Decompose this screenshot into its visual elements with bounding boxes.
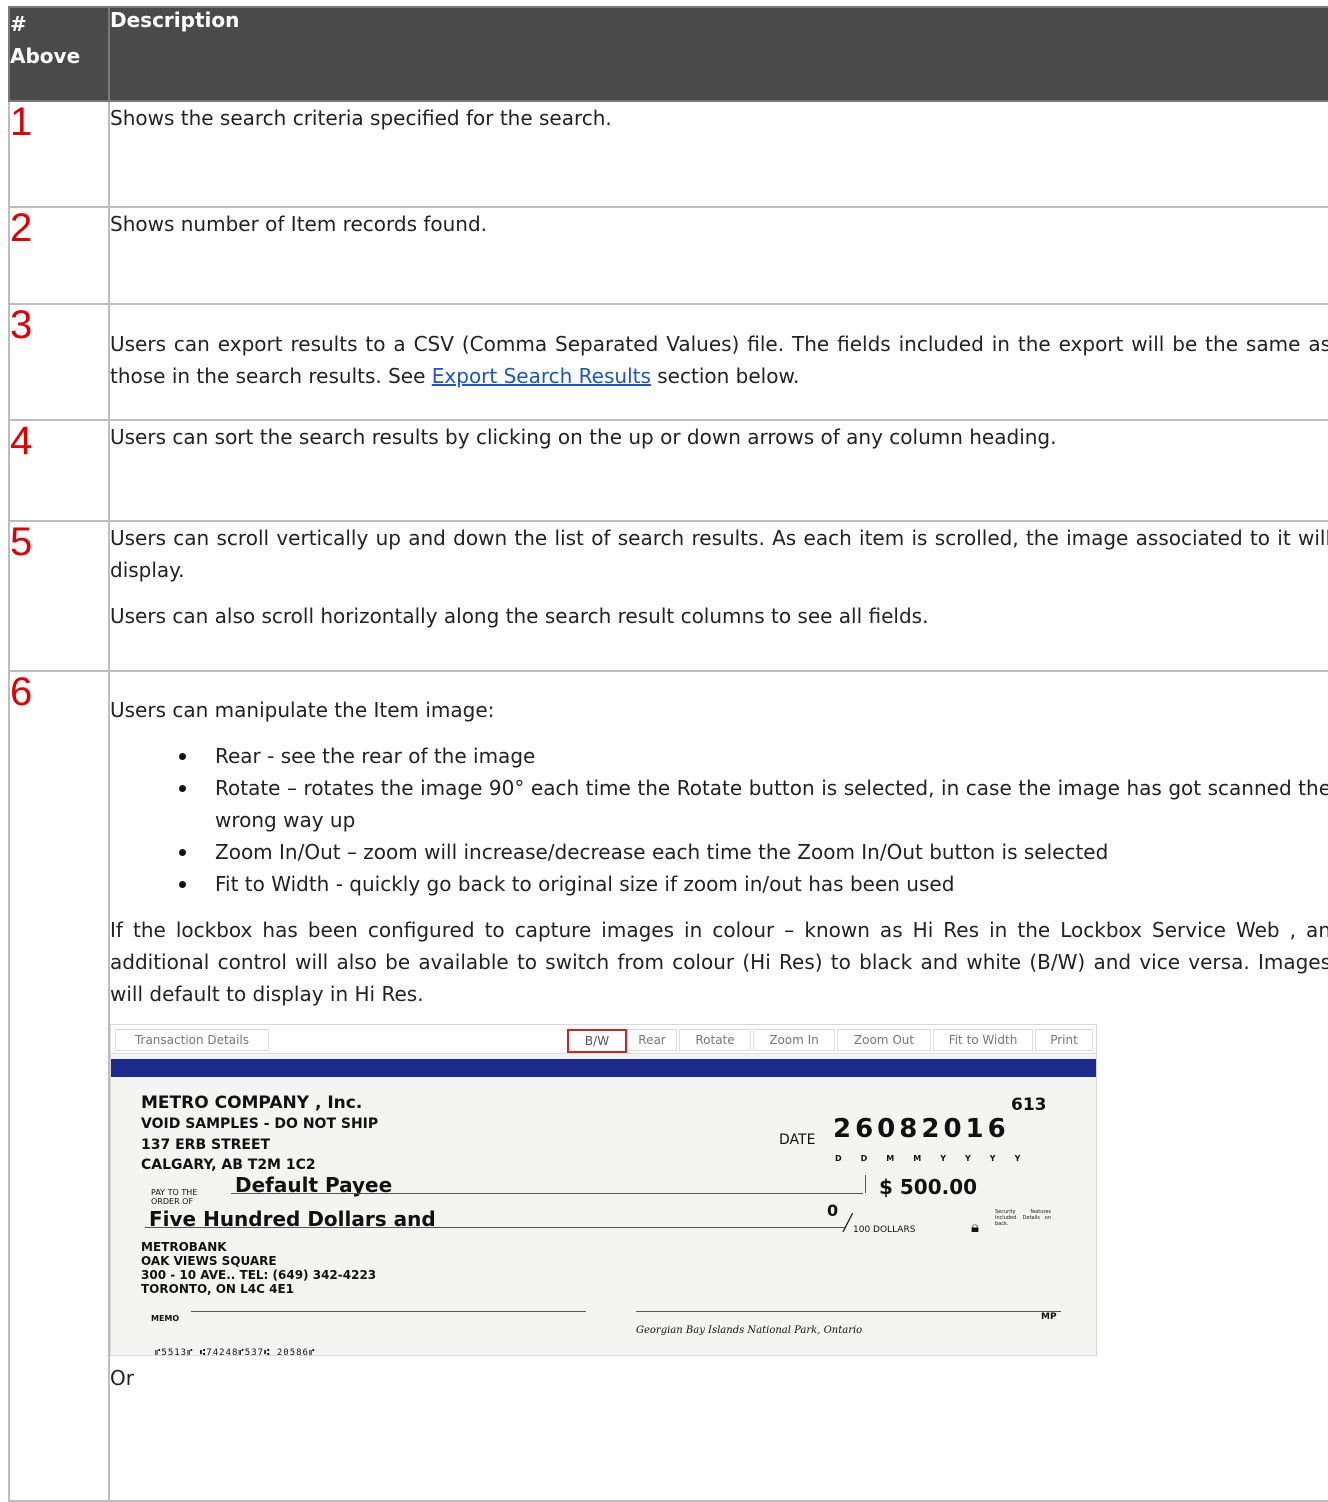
table-row: 5 Users can scroll vertically up and dow…: [8, 520, 1328, 672]
row-outro: Or: [110, 1366, 134, 1390]
table-row: 1 Shows the search criteria specified fo…: [8, 100, 1328, 208]
row-description: Shows number of Item records found.: [108, 206, 1328, 305]
row-number: 5: [8, 520, 110, 672]
cheque-date-label: DATE: [779, 1132, 816, 1148]
table-row: 2 Shows number of Item records found.: [8, 206, 1328, 305]
list-item: Rear - see the rear of the image: [179, 740, 1328, 772]
row-text-after: section below.: [650, 364, 800, 388]
cheque-top-band: [111, 1059, 1096, 1077]
header-description: Description: [108, 6, 1328, 102]
micr-line: ⑈5513⑈ ⑆74248⑈537⑆ 20586⑈: [155, 1348, 316, 1356]
memo-line: [191, 1311, 586, 1312]
header-number-above: Above: [10, 44, 81, 68]
list-item: Rotate – rotates the image 90° each time…: [179, 772, 1328, 836]
mp-mark: MP: [1041, 1312, 1057, 1322]
cheque-payee: Default Payee: [235, 1173, 393, 1197]
row-text: Shows number of Item records found.: [110, 212, 488, 236]
cheque-number: 613: [1011, 1095, 1047, 1115]
feature-list: Rear - see the rear of the image Rotate …: [110, 740, 1328, 900]
header-number: # Above: [8, 6, 110, 102]
row-number: 3: [8, 303, 110, 421]
fit-to-width-button[interactable]: Fit to Width: [933, 1029, 1033, 1051]
row-number: 2: [8, 206, 110, 305]
row-number: 1: [8, 100, 110, 208]
table-row: 4 Users can sort the search results by c…: [8, 419, 1328, 522]
row-text: Shows the search criteria specified for …: [110, 106, 612, 130]
cheque-dollars-label: 100 DOLLARS: [853, 1225, 916, 1235]
signature-text: Georgian Bay Islands National Park, Onta…: [636, 1325, 863, 1336]
row-text: Users can export results to a CSV (Comma…: [110, 328, 1328, 392]
export-search-results-link[interactable]: Export Search Results: [432, 364, 651, 388]
row-text: Users can sort the search results by cli…: [110, 425, 1057, 449]
bw-button[interactable]: B/W: [567, 1029, 627, 1053]
table-header-row: # Above Description: [8, 6, 1328, 102]
row-intro: Users can manipulate the Item image:: [110, 698, 495, 722]
list-item: Zoom In/Out – zoom will increase/decreas…: [179, 836, 1328, 868]
row-description: Users can export results to a CSV (Comma…: [108, 303, 1328, 421]
rotate-button[interactable]: Rotate: [679, 1029, 751, 1051]
padlock-icon: 🔒︎: [971, 1218, 979, 1236]
cheque-image-viewer: Transaction Details B/W Rear Rotate Zoom…: [110, 1024, 1097, 1356]
zoom-out-button[interactable]: Zoom Out: [837, 1029, 931, 1051]
memo-label: MEMO: [151, 1314, 180, 1323]
row-paragraph: If the lockbox has been configured to ca…: [110, 918, 1328, 1006]
table-row: 3 Users can export results to a CSV (Com…: [8, 303, 1328, 421]
transaction-details-tab[interactable]: Transaction Details: [115, 1029, 269, 1051]
list-item: Fit to Width - quickly go back to origin…: [179, 868, 1328, 900]
row-number: 4: [8, 419, 110, 522]
row-description: Users can sort the search results by cli…: [108, 419, 1328, 522]
bank-address-3: TORONTO, ON L4C 4E1: [141, 1282, 295, 1296]
amount-words-line: [145, 1227, 845, 1228]
print-button[interactable]: Print: [1035, 1029, 1093, 1051]
zoom-in-button[interactable]: Zoom In: [753, 1029, 835, 1051]
row-description: Users can scroll vertically up and down …: [108, 520, 1328, 672]
row-description: Shows the search criteria specified for …: [108, 100, 1328, 208]
header-number-hash: #: [10, 12, 27, 36]
row-number: 6: [8, 670, 110, 1502]
cheque-date-digits: 26082016: [833, 1114, 1010, 1144]
payee-line: [231, 1193, 863, 1194]
row-description: Users can manipulate the Item image: Rea…: [108, 670, 1328, 1502]
security-note: Security features included. Details on b…: [995, 1209, 1051, 1227]
payee-line-end: [865, 1175, 866, 1193]
table-row: 6 Users can manipulate the Item image: R…: [8, 670, 1328, 1502]
cheque-cents: 0: [827, 1201, 839, 1220]
rear-button[interactable]: Rear: [627, 1029, 677, 1051]
cheque-slash: ╱: [843, 1213, 853, 1232]
description-table: # Above Description 1 Shows the search c…: [8, 6, 1328, 1502]
row-text-p2: Users can also scroll horizontally along…: [110, 604, 929, 628]
cheque-amount: $ 500.00: [879, 1175, 978, 1199]
row-text-p1: Users can scroll vertically up and down …: [110, 526, 1328, 582]
signature-line: [636, 1311, 1061, 1312]
image-toolbar: Transaction Details B/W Rear Rotate Zoom…: [111, 1025, 1096, 1054]
